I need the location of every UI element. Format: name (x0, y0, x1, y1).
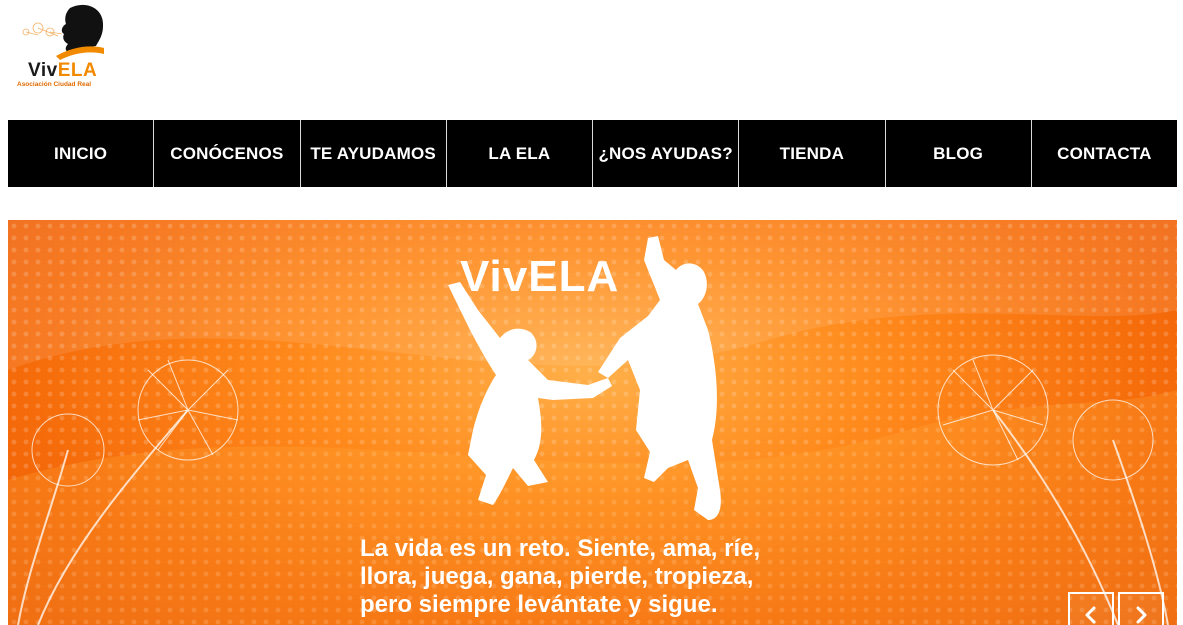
nav-item-blog[interactable]: BLOG (886, 120, 1032, 187)
slider-prev-button[interactable] (1068, 592, 1114, 625)
caption-line: pero siempre levántate y sigue. (360, 591, 718, 618)
nav-item-la-ela[interactable]: LA ELA (447, 120, 593, 187)
chevron-right-icon (1136, 606, 1147, 624)
logo-subtitle: Asociación Ciudad Real (17, 81, 92, 88)
logo-head-icon (22, 4, 104, 60)
hero-slider: VivELA La vida es un reto. Siente, ama, … (8, 220, 1177, 625)
chevron-left-icon (1085, 606, 1096, 624)
main-nav: INICIO CONÓCENOS TE AYUDAMOS LA ELA ¿NOS… (8, 120, 1177, 187)
slider-next-button[interactable] (1118, 592, 1164, 625)
nav-item-contacta[interactable]: CONTACTA (1032, 120, 1177, 187)
slide-title: VivELA (460, 252, 620, 301)
nav-item-nos-ayudas[interactable]: ¿NOS AYUDAS? (593, 120, 740, 187)
nav-item-tienda[interactable]: TIENDA (739, 120, 886, 187)
slide-caption: La vida es un reto. Siente, ama, ríe, ll… (360, 535, 830, 619)
logo-wordmark: VivELA (28, 60, 98, 81)
nav-item-inicio[interactable]: INICIO (8, 120, 155, 187)
nav-item-te-ayudamos[interactable]: TE AYUDAMOS (301, 120, 447, 187)
caption-line: La vida es un reto. Siente, ama, ríe, (360, 535, 761, 562)
caption-line: llora, juega, gana, pierde, tropieza, (360, 563, 754, 590)
nav-item-conocenos[interactable]: CONÓCENOS (154, 120, 301, 187)
site-logo[interactable]: VivELA Asociación Ciudad Real (8, 2, 108, 92)
